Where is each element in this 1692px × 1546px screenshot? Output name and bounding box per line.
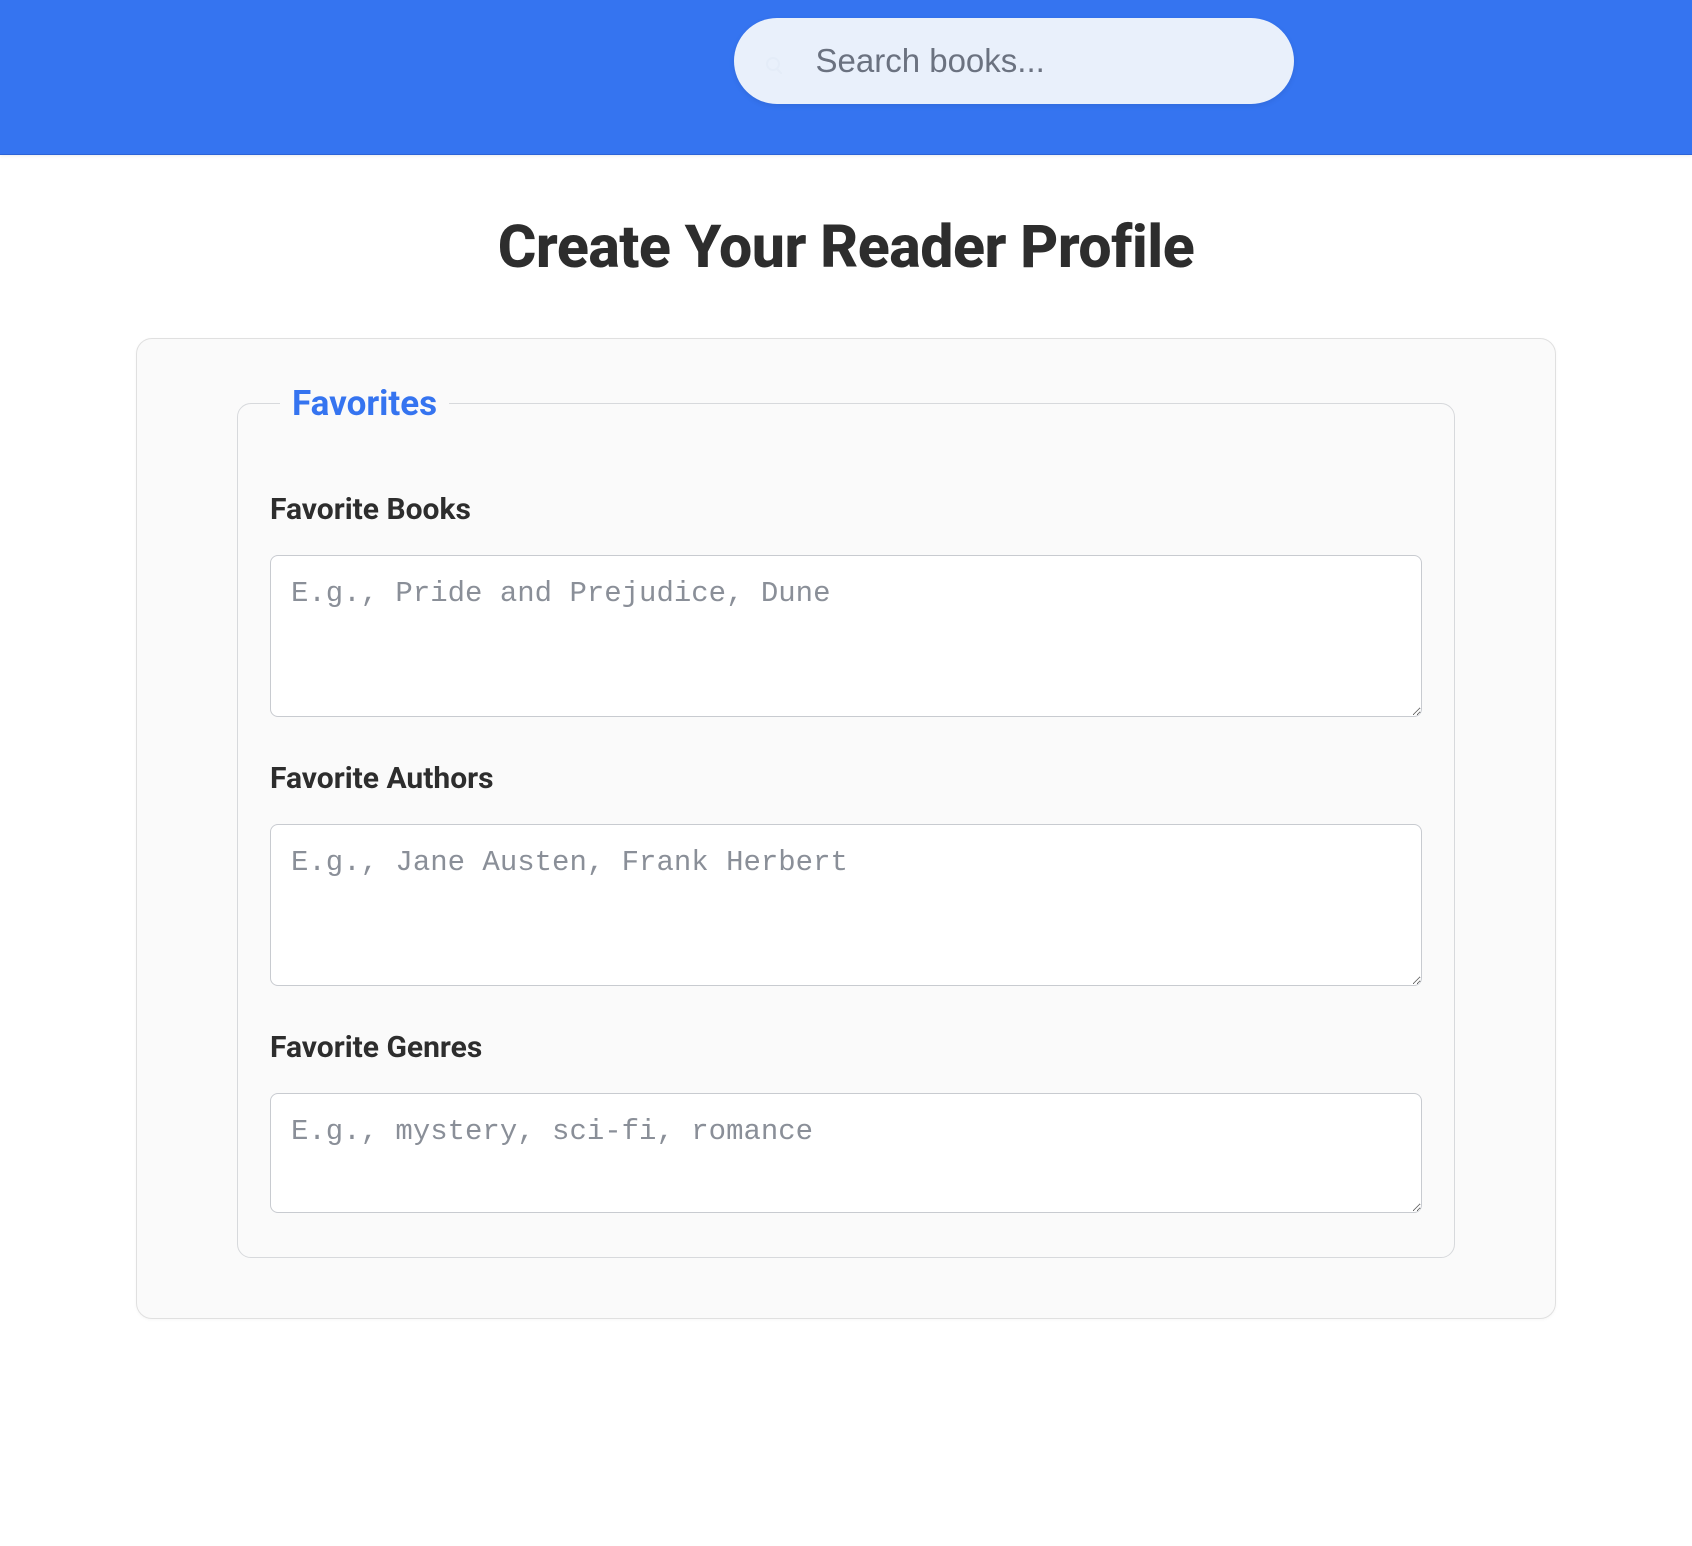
favorite-genres-label: Favorite Genres [270, 1030, 1422, 1065]
favorite-genres-input[interactable] [270, 1093, 1422, 1213]
favorite-books-input[interactable] [270, 555, 1422, 717]
favorite-authors-input[interactable] [270, 824, 1422, 986]
profile-card: Favorites Favorite Books Favorite Author… [136, 338, 1556, 1319]
favorite-authors-group: Favorite Authors [270, 761, 1422, 990]
search-icon [766, 57, 786, 77]
search-input[interactable] [794, 42, 1264, 80]
page-header [0, 0, 1692, 155]
favorite-genres-group: Favorite Genres [270, 1030, 1422, 1217]
search-wrap [339, 18, 1354, 104]
favorite-books-group: Favorite Books [270, 492, 1422, 721]
page-title: Create Your Reader Profile [0, 213, 1692, 282]
favorites-fieldset: Favorites Favorite Books Favorite Author… [237, 383, 1455, 1258]
search-container[interactable] [734, 18, 1294, 104]
favorites-legend: Favorites [280, 383, 449, 424]
favorite-authors-label: Favorite Authors [270, 761, 1422, 796]
favorite-books-label: Favorite Books [270, 492, 1422, 527]
